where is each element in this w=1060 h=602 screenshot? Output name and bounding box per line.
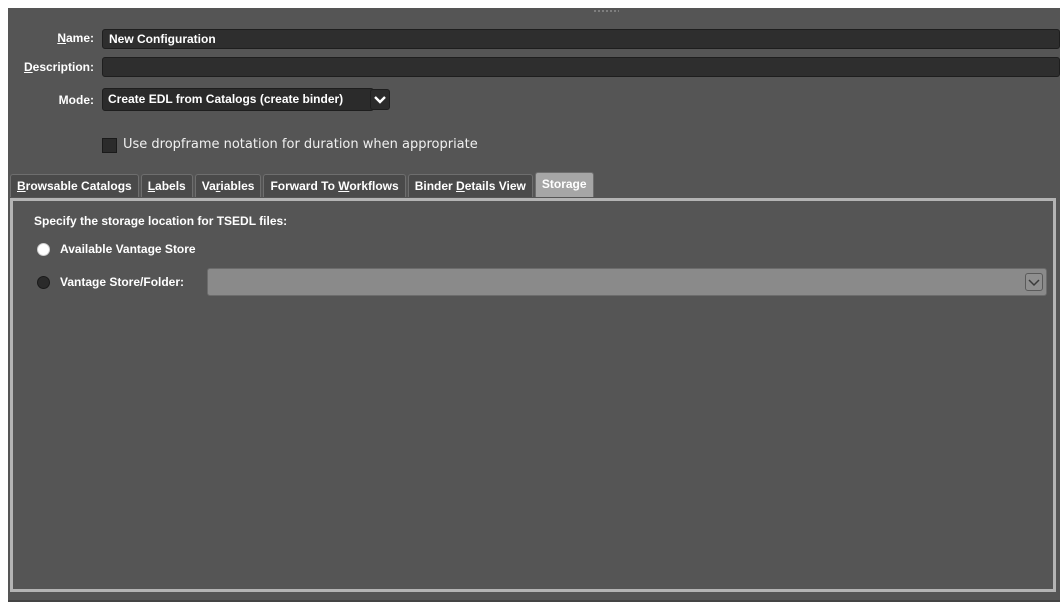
tab-text: Storage bbox=[541, 177, 587, 191]
dropframe-label: Use dropframe notation for duration when… bbox=[123, 137, 478, 152]
store-folder-dropdown-button[interactable] bbox=[1025, 273, 1043, 291]
description-label: Description: bbox=[0, 60, 94, 74]
store-folder-label: Vantage Store/Folder: bbox=[60, 275, 185, 289]
store-folder-select[interactable] bbox=[207, 268, 1047, 296]
tab-mnemonic: W bbox=[338, 179, 350, 193]
available-store-radio[interactable] bbox=[37, 243, 50, 256]
tab-text: Binder bbox=[414, 179, 457, 193]
mode-select[interactable]: Create EDL from Catalogs (create binder) bbox=[102, 88, 374, 111]
description-input[interactable] bbox=[102, 57, 1060, 77]
storage-tab-content bbox=[10, 198, 1056, 592]
dropframe-checkbox[interactable] bbox=[102, 138, 117, 153]
mode-dropdown-button[interactable] bbox=[370, 89, 390, 110]
tab-labels[interactable]: Labels bbox=[140, 174, 193, 197]
name-input[interactable]: New Configuration bbox=[102, 29, 1060, 49]
chevron-down-icon bbox=[1028, 279, 1040, 287]
tab-text: Forward To bbox=[270, 179, 339, 193]
tab-forward-to-workflows[interactable]: Forward To Workflows bbox=[263, 174, 406, 197]
tab-browsable-catalogs[interactable]: Browsable Catalogs bbox=[10, 174, 139, 197]
resize-grip-icon[interactable] bbox=[593, 9, 619, 13]
tab-text: orkflows bbox=[349, 179, 399, 193]
tab-variables[interactable]: Variables bbox=[194, 174, 262, 197]
available-store-label: Available Vantage Store bbox=[60, 242, 196, 256]
tab-mnemonic: L bbox=[147, 179, 156, 193]
tab-binder-details-view[interactable]: Binder Details View bbox=[407, 174, 533, 197]
tab-storage[interactable]: Storage bbox=[534, 172, 594, 197]
name-label-text: ame: bbox=[65, 31, 94, 45]
name-label: Name: bbox=[8, 31, 94, 45]
tab-text: iables bbox=[220, 179, 255, 193]
tab-mnemonic: B bbox=[17, 179, 26, 193]
chevron-down-icon bbox=[374, 96, 386, 104]
tab-bar: Browsable Catalogs Labels Variables Forw… bbox=[10, 172, 596, 198]
configuration-panel: Name: New Configuration Description: Mod… bbox=[8, 8, 1060, 602]
tab-text: rowsable Catalogs bbox=[25, 179, 132, 193]
tab-text: abels bbox=[155, 179, 186, 193]
tab-text: Va bbox=[201, 179, 216, 193]
description-label-text: escription: bbox=[32, 60, 94, 74]
tab-text: etails View bbox=[464, 179, 526, 193]
storage-section-label: Specify the storage location for TSEDL f… bbox=[34, 214, 288, 228]
name-label-mnemonic: N bbox=[57, 31, 66, 45]
description-label-mnemonic: D bbox=[23, 60, 33, 74]
mode-label: Mode: bbox=[58, 93, 94, 107]
store-folder-radio[interactable] bbox=[37, 276, 50, 289]
tab-mnemonic: D bbox=[456, 179, 465, 193]
